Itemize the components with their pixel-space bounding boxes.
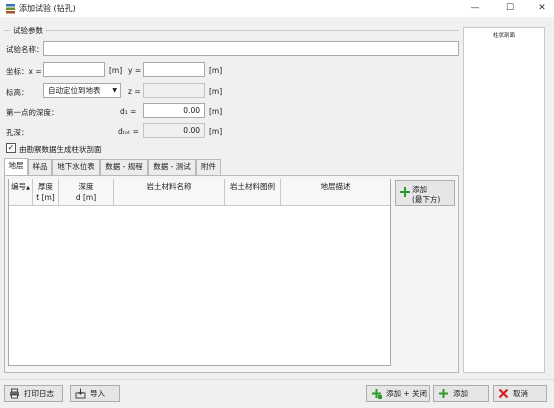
close-icon[interactable]: ✕	[531, 1, 553, 15]
elevation-select-value: 自动定位到地表	[48, 86, 101, 95]
tab-attachments[interactable]: 附件	[196, 159, 221, 175]
column-header-material-name[interactable]: 岩土材料名称	[114, 179, 225, 206]
column-thickness-label: 厚度	[38, 182, 53, 191]
import-button[interactable]: 导入	[70, 385, 120, 402]
add-close-button[interactable]: 添加 + 关闭	[366, 385, 430, 402]
tab-groundwater[interactable]: 地下水位表	[52, 159, 100, 175]
import-label: 导入	[90, 389, 105, 398]
import-icon	[75, 388, 86, 399]
column-depth-label: 深度	[78, 182, 94, 191]
plus-icon	[439, 389, 448, 398]
column-header-material-legend[interactable]: 岩土材料图例	[225, 179, 281, 206]
cancel-button[interactable]: 取消	[493, 385, 547, 402]
cancel-label: 取消	[513, 389, 528, 398]
cancel-icon	[498, 388, 509, 399]
window-title: 添加试验 (钻孔)	[19, 4, 76, 13]
dtot-label: dₜₒₜ =	[118, 127, 139, 136]
generate-profile-checkbox[interactable]: ✓	[6, 143, 16, 153]
column-material-legend-label: 岩土材料图例	[230, 182, 275, 191]
add-button[interactable]: 添加	[433, 385, 489, 402]
add-layer-button[interactable]: 添加 (最下方)	[395, 180, 455, 206]
column-header-depth[interactable]: 深度 d [m]	[59, 179, 114, 206]
print-log-label: 打印日志	[24, 389, 54, 398]
z-unit: [m]	[209, 87, 223, 96]
chevron-down-icon: ▼	[112, 87, 117, 94]
name-label: 试验名称：	[6, 45, 44, 54]
elev-label: 标高：	[6, 88, 29, 97]
z-label: z =	[128, 87, 141, 96]
add-label: 添加	[453, 389, 468, 398]
y-label: y =	[128, 66, 142, 75]
hole-depth-label: 孔深：	[6, 128, 29, 137]
tab-strata[interactable]: 地层	[4, 158, 28, 176]
column-no-label: 编号	[11, 182, 27, 191]
group-title: 试验参数	[10, 25, 46, 36]
plus-icon	[400, 187, 410, 197]
tab-data-test[interactable]: 数据 - 测试	[148, 159, 196, 175]
column-material-name-label: 岩土材料名称	[146, 182, 192, 191]
printer-icon	[10, 388, 19, 399]
tab-samples[interactable]: 样品	[28, 159, 52, 175]
y-unit: [m]	[209, 66, 223, 75]
column-depth-unit: d [m]	[75, 193, 97, 202]
sort-ascending-icon: ▲	[26, 185, 30, 191]
first-depth-label: 第一点的深度：	[6, 108, 59, 117]
x-input[interactable]	[43, 62, 105, 77]
coord-label: 坐标：x =	[6, 67, 42, 76]
dtot-unit: [m]	[209, 127, 223, 136]
strata-table[interactable]	[8, 179, 391, 366]
app-icon	[6, 4, 15, 14]
dtot-input[interactable]: 0.00	[143, 123, 205, 138]
column-header-thickness[interactable]: 厚度 t [m]	[33, 179, 59, 206]
add-close-icon	[372, 389, 382, 399]
y-input[interactable]	[143, 62, 205, 77]
minimize-icon[interactable]: —	[464, 1, 486, 15]
group-divider	[4, 30, 459, 31]
add-close-label: 添加 + 关闭	[386, 389, 428, 398]
z-input[interactable]	[143, 83, 205, 98]
elevation-select[interactable]: 自动定位到地表 ▼	[43, 83, 121, 98]
profile-preview-pane	[463, 27, 545, 373]
column-header-description[interactable]: 地层描述	[281, 179, 390, 206]
d1-unit: [m]	[209, 107, 223, 116]
profile-preview-title: 柱状剖面	[492, 33, 515, 39]
maximize-icon[interactable]: ☐	[499, 1, 521, 15]
column-header-no[interactable]: 编号▲	[9, 179, 33, 206]
d1-input[interactable]: 0.00	[143, 103, 205, 118]
add-layer-sublabel: (最下方)	[412, 195, 441, 204]
column-thickness-unit: t [m]	[36, 193, 55, 202]
x-unit: [m]	[109, 66, 123, 75]
generate-profile-label: 由勘察数据生成柱状剖面	[19, 145, 102, 154]
d1-label: d₁ =	[120, 107, 137, 116]
print-log-button[interactable]: 打印日志	[4, 385, 63, 402]
tab-data-standard[interactable]: 数据 - 规程	[100, 159, 148, 175]
test-name-input[interactable]	[43, 41, 459, 56]
footer-divider	[0, 379, 554, 380]
column-description-label: 地层描述	[320, 182, 351, 191]
